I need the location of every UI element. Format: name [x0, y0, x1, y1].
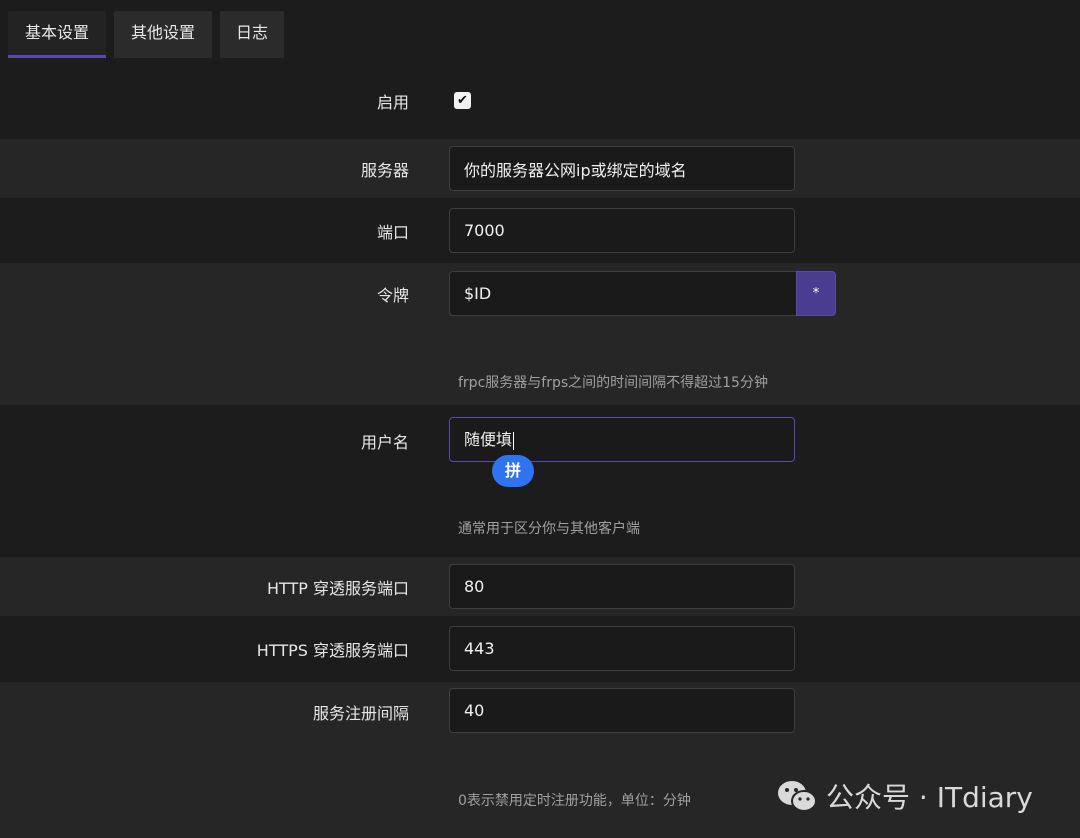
https-port-label: HTTPS 穿透服务端口 — [256, 641, 409, 660]
ime-indicator: 拼 — [492, 455, 534, 487]
watermark-text: 公众号 · ITdiary — [826, 781, 1033, 814]
token-hint: frpc服务器与frps之间的时间间隔不得超过15分钟 — [458, 375, 768, 391]
token-input[interactable] — [449, 271, 797, 316]
row-enable: 启用 ✔ — [0, 58, 1080, 139]
text-caret — [513, 431, 515, 450]
server-input[interactable] — [449, 146, 795, 191]
tab-basic-settings[interactable]: 基本设置 — [8, 11, 106, 58]
username-value: 随便填 — [464, 430, 513, 449]
enable-checkbox[interactable]: ✔ — [454, 92, 471, 109]
watermark: 公众号 · ITdiary — [776, 774, 1033, 818]
tab-log[interactable]: 日志 — [220, 11, 284, 58]
https-port-input[interactable] — [449, 626, 795, 671]
port-label: 端口 — [376, 223, 409, 242]
server-label: 服务器 — [360, 161, 409, 180]
username-hint: 通常用于区分你与其他客户端 — [458, 521, 640, 537]
row-server: 服务器 — [0, 139, 1080, 198]
row-username: 用户名 随便填 通常用于区分你与其他客户端 — [0, 405, 1080, 557]
token-label: 令牌 — [376, 286, 409, 305]
row-port: 端口 — [0, 198, 1080, 263]
register-interval-label: 服务注册间隔 — [312, 704, 409, 723]
http-port-label: HTTP 穿透服务端口 — [266, 579, 409, 598]
row-https-port: HTTPS 穿透服务端口 — [0, 616, 1080, 682]
tab-bar: 基本设置 其他设置 日志 — [0, 0, 1080, 58]
row-token: 令牌 * frpc服务器与frps之间的时间间隔不得超过15分钟 — [0, 263, 1080, 405]
register-interval-input[interactable] — [449, 688, 795, 733]
register-interval-hint: 0表示禁用定时注册功能，单位：分钟 — [458, 793, 691, 809]
http-port-input[interactable] — [449, 564, 795, 609]
username-label: 用户名 — [360, 433, 409, 452]
reveal-token-button[interactable]: * — [796, 271, 836, 316]
wechat-icon — [778, 781, 817, 812]
port-input[interactable] — [449, 208, 795, 253]
settings-page: 基本设置 其他设置 日志 启用 ✔ 服务器 端口 令牌 * frpc服务器与fr… — [0, 0, 1080, 838]
tab-other-settings[interactable]: 其他设置 — [114, 11, 212, 58]
enable-label: 启用 — [376, 93, 409, 112]
row-http-port: HTTP 穿透服务端口 — [0, 557, 1080, 616]
